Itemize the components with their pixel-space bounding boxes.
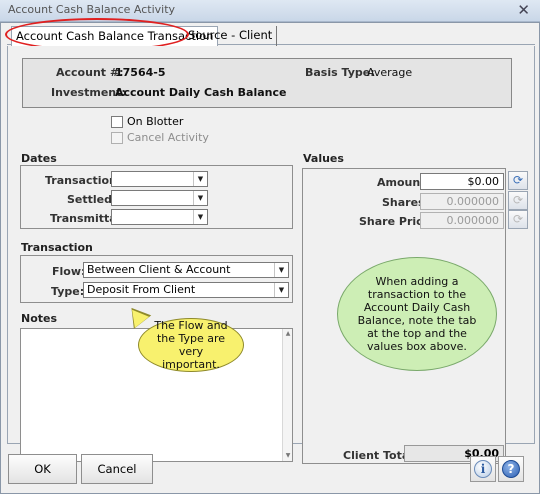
values-section-title: Values [303,152,344,165]
cancel-button[interactable]: Cancel [81,454,153,484]
dates-section-title: Dates [21,152,57,165]
chevron-down-icon[interactable]: ▼ [193,210,207,224]
info-icon: i [474,460,492,478]
checkbox-box[interactable] [111,131,123,144]
title-bar: Account Cash Balance Activity ✕ [0,0,540,22]
dialog-window: Account Cash Balance Transaction Source … [0,18,540,494]
transaction-date-label: Transaction: [45,174,122,187]
green-annotation-bubble: When adding a transaction to the Account… [337,257,497,371]
amount-calc-button[interactable]: ⟳ [508,171,528,190]
cancel-activity-label: Cancel Activity [127,131,209,144]
account-info-box: Account #: 17564-5 Investment: Account D… [22,58,512,108]
tab-panel: Account #: 17564-5 Investment: Account D… [7,46,535,464]
chevron-down-icon[interactable]: ▼ [193,172,207,186]
ok-button[interactable]: OK [8,454,77,484]
type-label: Type: [51,285,85,298]
help-button[interactable]: ? [498,456,524,482]
yellow-annotation-bubble: The Flow and the Type are very important… [138,318,244,372]
on-blotter-label: On Blotter [127,115,184,128]
notes-section-title: Notes [21,312,58,325]
chevron-down-icon[interactable]: ▼ [274,283,288,297]
dates-group: Transaction: ▼ Settled: ▼ Transmittal: ▼ [20,165,293,229]
transaction-date-dropdown[interactable]: ▼ [111,171,208,187]
account-number-value: 17564-5 [115,66,166,79]
tab-label: Source - Client [188,28,273,42]
basis-type-value: Average [367,66,413,79]
flow-value: Between Client & Account [87,263,231,276]
yellow-annotation-text: The Flow and the Type are very important… [154,319,228,371]
calculator-icon: ⟳ [512,212,524,226]
on-blotter-checkbox[interactable]: On Blotter [111,115,183,128]
checkbox-box[interactable] [111,115,123,128]
window-title: Account Cash Balance Activity [8,3,176,16]
scroll-down-icon[interactable]: ▼ [283,451,293,461]
cancel-activity-checkbox[interactable]: Cancel Activity [111,131,209,144]
flow-label: Flow: [52,265,86,278]
type-value: Deposit From Client [87,283,196,296]
flow-dropdown[interactable]: Between Client & Account ▼ [83,262,289,278]
chevron-down-icon[interactable]: ▼ [193,191,207,205]
share-price-input[interactable]: 0.000000 [420,212,504,229]
settled-date-label: Settled: [67,193,117,206]
calculator-icon: ⟳ [512,173,524,187]
transmittal-date-dropdown[interactable]: ▼ [111,209,208,225]
amount-input[interactable]: $0.00 [420,173,504,190]
green-annotation-text: When adding a transaction to the Account… [357,275,477,353]
chevron-down-icon[interactable]: ▼ [274,263,288,277]
help-icon: ? [502,460,520,478]
info-button[interactable]: i [470,456,496,482]
transaction-section-title: Transaction [21,241,93,254]
tab-source-client[interactable]: Source - Client [184,26,278,46]
account-number-label: Account #: [56,66,124,79]
notes-scrollbar[interactable]: ▲ ▼ [282,329,292,461]
basis-type-label: Basis Type: [305,66,375,79]
investment-value: Account Daily Cash Balance [115,86,287,99]
transaction-group: Flow: Between Client & Account ▼ Type: D… [20,255,293,303]
shares-calc-button[interactable]: ⟳ [508,191,528,210]
type-dropdown[interactable]: Deposit From Client ▼ [83,282,289,298]
share-price-calc-button[interactable]: ⟳ [508,210,528,229]
settled-date-dropdown[interactable]: ▼ [111,190,208,206]
scroll-up-icon[interactable]: ▲ [283,329,293,339]
calculator-icon: ⟳ [512,193,524,207]
close-icon[interactable]: ✕ [517,2,530,18]
tab-bar: Account Cash Balance Transaction Source … [5,18,535,51]
shares-input[interactable]: 0.000000 [420,193,504,210]
